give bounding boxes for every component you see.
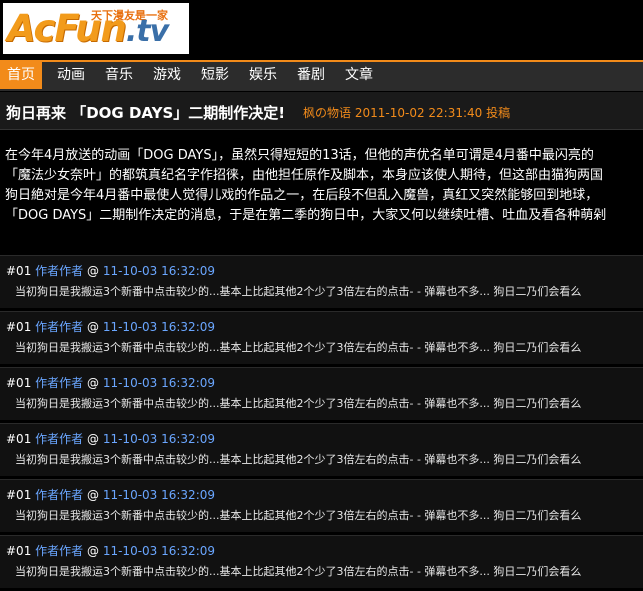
nav-item-anime[interactable]: 动画 <box>57 62 85 89</box>
site-logo[interactable]: 天下漫友是一家 AcFun.tv <box>3 3 189 54</box>
nav-item-home[interactable]: 首页 <box>0 62 42 89</box>
comment-author[interactable]: 作者作者 <box>35 432 83 446</box>
comment-at: @ <box>87 264 99 278</box>
comment-number: #01 <box>6 376 32 390</box>
comment-header: #01 作者作者 @ 11-10-03 16:32:09 <box>6 374 215 391</box>
comment-text: 当初狗日是我搬运3个新番中点击较少的...基本上比起其他2个少了3倍左右的点击-… <box>15 397 582 410</box>
comment-text: 当初狗日是我搬运3个新番中点击较少的...基本上比起其他2个少了3倍左右的点击-… <box>15 285 582 298</box>
article-action: 投稿 <box>486 106 511 120</box>
nav-item-entertainment[interactable]: 娱乐 <box>249 62 277 89</box>
page: 天下漫友是一家 AcFun.tv 首页 动画 音乐 游戏 短影 娱乐 番剧 文章… <box>0 0 643 591</box>
article-meta: 枫の物语 2011-10-02 22:31:40 投稿 <box>303 104 510 121</box>
comment-text: 当初狗日是我搬运3个新番中点击较少的...基本上比起其他2个少了3倍左右的点击-… <box>15 565 582 578</box>
comment-header: #01 作者作者 @ 11-10-03 16:32:09 <box>6 430 215 447</box>
comment-at: @ <box>87 432 99 446</box>
comment-author[interactable]: 作者作者 <box>35 544 83 558</box>
comment-item: #01 作者作者 @ 11-10-03 16:32:09 当初狗日是我搬运3个新… <box>0 423 643 476</box>
comment-item: #01 作者作者 @ 11-10-03 16:32:09 当初狗日是我搬运3个新… <box>0 255 643 308</box>
comment-number: #01 <box>6 320 32 334</box>
comment-at: @ <box>87 376 99 390</box>
article-body-line: 「DOG DAYS」二期制作决定的消息，于是在第二季的狗日中，大家又何以继续吐槽… <box>5 208 607 223</box>
article-body-line: 在今年4月放送的动画「DOG DAYS」，虽然只得短短的13话，但他的声优名单可… <box>5 148 594 163</box>
comment-text: 当初狗日是我搬运3个新番中点击较少的...基本上比起其他2个少了3倍左右的点击-… <box>15 509 582 522</box>
article-body-line: 「魔法少女奈叶」的都筑真纪名字作招徕，由他担任原作及脚本，本身应该使人期待，但这… <box>5 168 604 183</box>
comment-header: #01 作者作者 @ 11-10-03 16:32:09 <box>6 318 215 335</box>
site-header: 天下漫友是一家 AcFun.tv <box>0 0 643 60</box>
logo-wordmark: AcFun.tv <box>7 7 169 52</box>
comment-time: 11-10-03 16:32:09 <box>102 488 216 502</box>
nav-item-game[interactable]: 游戏 <box>153 62 181 89</box>
nav-item-short-video[interactable]: 短影 <box>201 62 229 89</box>
main-nav: 首页 动画 音乐 游戏 短影 娱乐 番剧 文章 <box>0 60 643 91</box>
article-header: 狗日再来 「DOG DAYS」二期制作决定! 枫の物语 2011-10-02 2… <box>0 92 643 130</box>
comment-at: @ <box>87 544 99 558</box>
comment-item: #01 作者作者 @ 11-10-03 16:32:09 当初狗日是我搬运3个新… <box>0 535 643 588</box>
nav-item-series[interactable]: 番剧 <box>297 62 325 89</box>
comment-item: #01 作者作者 @ 11-10-03 16:32:09 当初狗日是我搬运3个新… <box>0 311 643 364</box>
logo-brand-a: AcFun <box>7 7 127 50</box>
comment-text: 当初狗日是我搬运3个新番中点击较少的...基本上比起其他2个少了3倍左右的点击-… <box>15 453 582 466</box>
comment-header: #01 作者作者 @ 11-10-03 16:32:09 <box>6 542 215 559</box>
nav-item-article[interactable]: 文章 <box>345 62 373 89</box>
comment-time: 11-10-03 16:32:09 <box>102 320 216 334</box>
comment-author[interactable]: 作者作者 <box>35 488 83 502</box>
comment-time: 11-10-03 16:32:09 <box>102 376 216 390</box>
comment-number: #01 <box>6 264 32 278</box>
logo-brand-b: .tv <box>125 14 169 49</box>
comment-author[interactable]: 作者作者 <box>35 264 83 278</box>
comment-text: 当初狗日是我搬运3个新番中点击较少的...基本上比起其他2个少了3倍左右的点击-… <box>15 341 582 354</box>
comment-header: #01 作者作者 @ 11-10-03 16:32:09 <box>6 262 215 279</box>
article-body: 在今年4月放送的动画「DOG DAYS」，虽然只得短短的13话，但他的声优名单可… <box>5 146 643 226</box>
comment-author[interactable]: 作者作者 <box>35 376 83 390</box>
comment-at: @ <box>87 320 99 334</box>
comment-time: 11-10-03 16:32:09 <box>102 432 216 446</box>
comment-header: #01 作者作者 @ 11-10-03 16:32:09 <box>6 486 215 503</box>
nav-item-music[interactable]: 音乐 <box>105 62 133 89</box>
comment-number: #01 <box>6 544 32 558</box>
comment-number: #01 <box>6 432 32 446</box>
comment-author[interactable]: 作者作者 <box>35 320 83 334</box>
article-date: 2011-10-02 22:31:40 <box>354 106 483 120</box>
article-body-line: 狗日絶对是今年4月番中最使人觉得儿戏的作品之一，在后段不但乱入魔兽，真红又突然能… <box>5 188 599 203</box>
comment-item: #01 作者作者 @ 11-10-03 16:32:09 当初狗日是我搬运3个新… <box>0 367 643 420</box>
comment-time: 11-10-03 16:32:09 <box>102 264 216 278</box>
comment-item: #01 作者作者 @ 11-10-03 16:32:09 当初狗日是我搬运3个新… <box>0 479 643 532</box>
article-author[interactable]: 枫の物语 <box>303 106 351 120</box>
comment-time: 11-10-03 16:32:09 <box>102 544 216 558</box>
comment-number: #01 <box>6 488 32 502</box>
article-title: 狗日再来 「DOG DAYS」二期制作决定! <box>6 104 286 122</box>
comment-at: @ <box>87 488 99 502</box>
